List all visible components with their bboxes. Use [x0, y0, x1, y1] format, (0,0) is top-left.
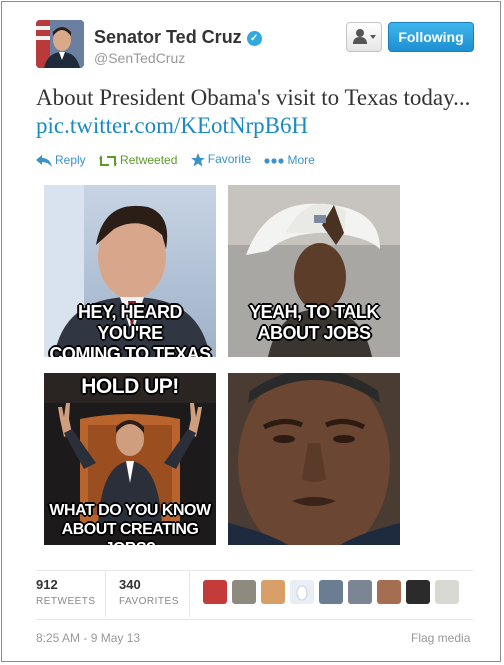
- tweet-timestamp[interactable]: 8:25 AM - 9 May 13: [36, 631, 140, 645]
- tweet-actions: Reply Retweeted Favorite More: [36, 152, 325, 167]
- user-name-text[interactable]: Senator Ted Cruz: [94, 27, 242, 47]
- favoriter-avatar[interactable]: [435, 580, 459, 604]
- reply-label: Reply: [55, 152, 86, 167]
- favoriter-avatar[interactable]: [348, 580, 372, 604]
- favoriter-avatar[interactable]: [290, 580, 314, 604]
- user-actions-button[interactable]: [346, 22, 382, 52]
- more-action[interactable]: More: [264, 152, 315, 167]
- panel1-caption: HEY, HEARD YOU'RE COMING TO TEXAS: [44, 302, 216, 357]
- panel1-line2: COMING TO TEXAS: [49, 344, 211, 357]
- user-name[interactable]: Senator Ted Cruz ✓: [94, 27, 262, 48]
- panel3-line2: ABOUT CREATING JOBS?: [61, 521, 199, 545]
- more-label: More: [287, 152, 315, 167]
- tweet-media-link[interactable]: pic.twitter.com/KEotNrpB6H: [36, 113, 308, 138]
- panel3-bottom-caption: WHAT DO YOU KNOW ABOUT CREATING JOBS?: [44, 501, 216, 545]
- flag-media-link[interactable]: Flag media: [411, 631, 470, 645]
- reply-action[interactable]: Reply: [36, 153, 86, 167]
- favoriter-avatar[interactable]: [406, 580, 430, 604]
- panel2-line2: ABOUT JOBS: [257, 323, 371, 343]
- tweet-stats: 912 RETWEETS 340 FAVORITES: [36, 570, 473, 620]
- avatar[interactable]: [36, 20, 84, 68]
- retweets-label: RETWEETS: [36, 596, 96, 607]
- favoriter-avatar[interactable]: [377, 580, 401, 604]
- retweeted-action[interactable]: Retweeted: [99, 153, 177, 167]
- favorites-stat[interactable]: 340 FAVORITES: [119, 577, 179, 607]
- meme-panel-2[interactable]: YEAH, TO TALK ABOUT JOBS: [228, 185, 400, 357]
- retweeted-label: Retweeted: [120, 152, 178, 167]
- verified-badge-icon: ✓: [246, 31, 262, 46]
- user-handle[interactable]: @SenTedCruz: [94, 50, 185, 66]
- panel2-line1: YEAH, TO TALK: [249, 302, 379, 322]
- meme-panel-4[interactable]: [228, 373, 400, 545]
- retweets-count: 912: [36, 577, 58, 592]
- favorites-count: 340: [119, 577, 141, 592]
- person-dropdown-icon: [353, 29, 376, 44]
- retweets-stat[interactable]: 912 RETWEETS: [36, 577, 96, 607]
- panel3-line1: WHAT DO YOU KNOW: [49, 502, 211, 519]
- panel2-caption: YEAH, TO TALK ABOUT JOBS: [228, 302, 400, 344]
- stats-divider: [105, 571, 106, 617]
- favorite-label: Favorite: [207, 152, 252, 167]
- reply-icon: [36, 154, 52, 167]
- favoriter-avatar[interactable]: [319, 580, 343, 604]
- panel3-top-caption: HOLD UP!: [81, 375, 179, 398]
- retweet-icon: [99, 154, 118, 167]
- favorite-action[interactable]: Favorite: [190, 152, 252, 167]
- tweet-body: About President Obama's visit to Texas t…: [36, 85, 471, 110]
- favorites-label: FAVORITES: [119, 596, 179, 607]
- more-dots-icon: [264, 158, 285, 164]
- panel1-line1: HEY, HEARD YOU'RE: [77, 302, 183, 343]
- stats-divider: [189, 571, 190, 617]
- favoriter-avatar[interactable]: [203, 580, 227, 604]
- tweet-text: About President Obama's visit to Texas t…: [36, 84, 476, 140]
- tweet-card: Senator Ted Cruz ✓ @SenTedCruz Following …: [1, 1, 501, 662]
- meme-panel-3[interactable]: HOLD UP! WHAT DO YOU KNOW ABOUT CREATING…: [44, 373, 216, 545]
- following-button[interactable]: Following: [388, 22, 474, 52]
- favoriter-avatar[interactable]: [232, 580, 256, 604]
- star-icon: [190, 153, 205, 167]
- egg-icon: [296, 585, 308, 601]
- favoriter-avatar[interactable]: [261, 580, 285, 604]
- meme-panel-1[interactable]: HEY, HEARD YOU'RE COMING TO TEXAS: [44, 185, 216, 357]
